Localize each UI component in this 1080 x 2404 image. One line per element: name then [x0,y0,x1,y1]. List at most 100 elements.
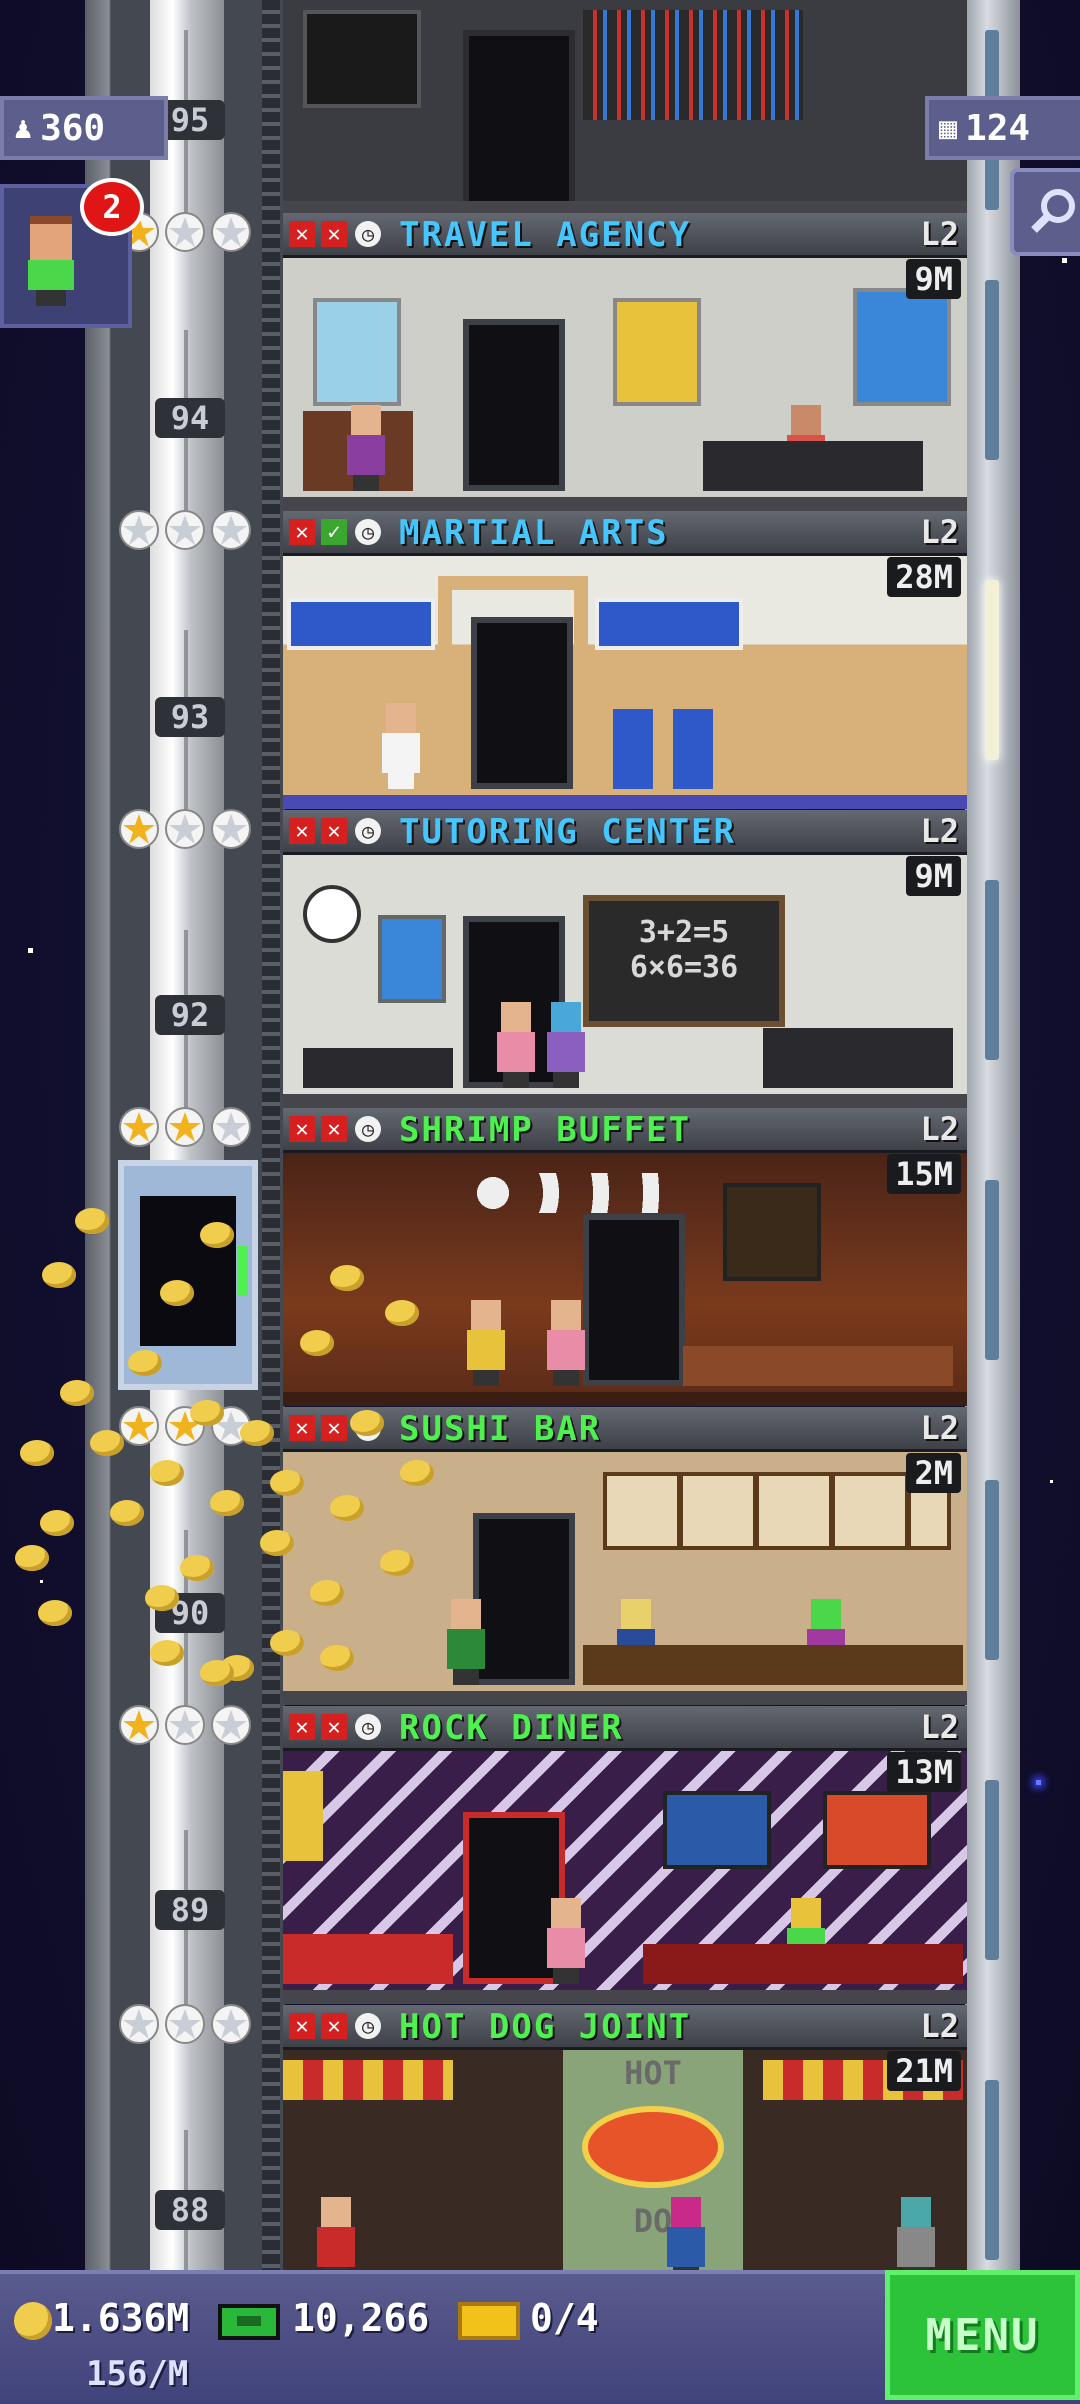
person-icon: ♟ [14,110,33,146]
resident[interactable] [543,1898,589,1984]
status-x-icon: ✕ [289,1415,315,1441]
resident[interactable] [313,2197,359,2270]
shaft-floor-number: 89 [155,1890,225,1930]
floor-header: ✕ ✕ ◷ ROCK DINER L2 [283,1706,967,1751]
floor-level: L2 [920,1110,959,1148]
coin-icon [14,2302,52,2340]
search-button[interactable] [1010,168,1080,256]
sign-text: HOT [624,2054,682,2092]
tower-window [985,1780,999,1960]
floor-rock-diner[interactable]: ✕ ✕ ◷ ROCK DINER L2 13M [283,1706,967,2004]
gold-star-icon [118,1106,160,1148]
avatar [26,216,76,306]
chalkboard: 3+2=5 6×6=36 [583,895,785,1027]
silver-star-icon [164,2003,206,2045]
floor-name: HOT DOG JOINT [399,2007,692,2047]
resident[interactable] [543,1002,589,1088]
status-x-icon: ✕ [321,221,347,247]
shaft-floor-number: 88 [155,2190,225,2230]
silver-star-icon [164,509,206,551]
sign-text: DO [633,2202,673,2240]
gold-star-icon [164,1106,206,1148]
background-star [28,948,33,953]
tower-window [985,2080,999,2260]
floor-level: L2 [920,1409,959,1447]
background-star [40,1580,43,1583]
floor-star-rating [118,1106,268,1152]
resident[interactable] [343,405,389,491]
tower-window [985,1480,999,1660]
floor-door [583,1214,685,1386]
silver-star-icon [210,1106,252,1148]
building-icon: ▦ [939,110,958,146]
floor-level: L2 [920,812,959,850]
floor-hot-dog-joint[interactable]: ✕ ✕ ◷ HOT DOG JOINT L2 HOT DO 21M [283,2005,967,2270]
floor-name: SHRIMP BUFFET [399,1110,692,1150]
floor-count-value: 124 [965,107,1031,149]
floor-level: L2 [920,2007,959,2045]
floor-shrimp-buffet[interactable]: ✕ ✕ ◷ SHRIMP BUFFET L2 15M [283,1108,967,1406]
bux-icon [218,2304,280,2340]
floor-header: ✕ ✕ ◷ SUSHI BAR L2 [283,1407,967,1452]
floor-header: ✕ ✓ ◷ MARTIAL ARTS L2 [283,511,967,556]
tower-window [985,580,999,760]
gold-star-icon [118,1704,160,1746]
population-value: 360 [40,107,106,149]
floor-level: L2 [920,1708,959,1746]
background-star [1036,1780,1041,1785]
floor-door [471,617,573,789]
shaft-floor-number: 93 [155,697,225,737]
floor-name: SUSHI BAR [399,1409,602,1449]
silver-star-icon [118,509,160,551]
coin-rate: 156/M [86,2354,189,2394]
background-star [1062,258,1067,263]
clock-icon: ◷ [355,2013,381,2039]
floor-earnings: 2M [906,1453,961,1493]
floor-level: L2 [920,513,959,551]
resident[interactable] [443,1599,489,1685]
status-x-icon: ✕ [321,1116,347,1142]
coin-total: 1.636M [52,2296,190,2340]
floor-name: MARTIAL ARTS [399,513,669,553]
resident[interactable] [378,703,424,789]
floor-95-partial[interactable] [283,0,967,213]
silver-star-icon [210,1704,252,1746]
background-star [1050,1480,1053,1483]
floor-star-rating [118,1704,268,1750]
clock-icon: ◷ [355,818,381,844]
resident[interactable] [663,2197,709,2270]
floor-name: ROCK DINER [399,1708,624,1748]
bux-total: 10,266 [292,2296,430,2340]
floor-earnings: 13M [887,1752,961,1792]
resident[interactable] [893,2197,939,2270]
shaft-floor-number: 92 [155,995,225,1035]
clock-icon: ◷ [355,1116,381,1142]
shaft-floor-number: 94 [155,398,225,438]
tower-window [985,280,999,460]
silver-star-icon [164,1704,206,1746]
floor-tutoring-center[interactable]: ✕ ✕ ◷ TUTORING CENTER L2 3+2=5 6×6=36 9M [283,810,967,1108]
silver-star-icon [164,211,206,253]
notification-badge: 2 [80,178,144,236]
floor-earnings: 9M [906,259,961,299]
elevator-door [150,1830,224,2030]
status-x-icon: ✕ [321,818,347,844]
floor-earnings: 15M [887,1154,961,1194]
floor-count-counter[interactable]: ▦ 124 [925,96,1080,160]
resident[interactable] [463,1300,509,1386]
silver-star-icon [164,808,206,850]
floor-star-rating [118,2003,268,2049]
floor-star-rating [118,808,268,854]
status-x-icon: ✕ [321,1714,347,1740]
resident[interactable] [493,1002,539,1088]
search-icon [1031,189,1075,233]
resident[interactable] [543,1300,589,1386]
status-x-icon: ✕ [321,2013,347,2039]
menu-button[interactable]: MENU [885,2270,1080,2400]
floor-travel-agency[interactable]: ✕ ✕ ◷ TRAVEL AGENCY L2 9M [283,213,967,511]
population-counter[interactable]: ♟ 360 [0,96,168,160]
floor-martial-arts[interactable]: ✕ ✓ ◷ MARTIAL ARTS L2 28M [283,511,967,809]
clock-icon: ◷ [355,1714,381,1740]
tower-window [985,1180,999,1360]
floor-earnings: 9M [906,856,961,896]
